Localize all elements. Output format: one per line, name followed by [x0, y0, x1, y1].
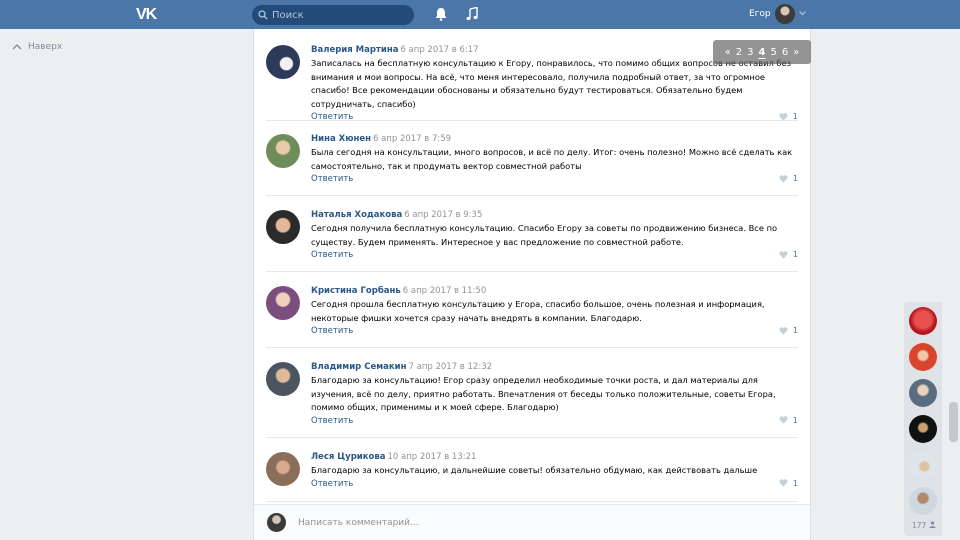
reply-link[interactable]: Ответить [311, 416, 353, 426]
reply-link[interactable]: Ответить [311, 326, 353, 336]
scrollbar-thumb[interactable] [949, 402, 958, 442]
page-prev[interactable]: « [725, 47, 731, 58]
comment-composer [254, 504, 810, 540]
chat-contact-avatar[interactable] [909, 451, 937, 479]
pagination: « 2 3 4 5 6 » [713, 40, 811, 64]
comment-author[interactable]: Наталья Ходакова [311, 210, 402, 220]
comment-item: Наталья Ходакова 6 апр 2017 в 9:35 Сегодн… [266, 208, 798, 272]
comment-date[interactable]: 6 апр 2017 в 9:35 [404, 210, 482, 220]
chat-contact-avatar[interactable] [909, 415, 937, 443]
heart-icon [779, 112, 788, 120]
back-to-top-label: Наверх [28, 42, 63, 52]
comment-item: Леся Цурикова 10 апр 2017 в 13:21 Благода… [266, 450, 798, 502]
search-box[interactable] [252, 5, 414, 25]
composer-avatar [267, 513, 286, 532]
page-link[interactable]: 6 [782, 47, 788, 58]
comment-avatar[interactable] [266, 362, 300, 396]
online-count: 177 [912, 521, 927, 530]
comment-avatar[interactable] [266, 45, 300, 79]
search-icon [258, 10, 268, 20]
comment-text: Сегодня прошла бесплатную консультацию у… [311, 299, 765, 323]
heart-icon [779, 326, 788, 334]
like-button[interactable]: 1 [779, 250, 798, 259]
comment-text: Была сегодня на консультации, много вопр… [311, 147, 793, 171]
music-icon[interactable] [466, 7, 478, 21]
like-count: 1 [792, 326, 798, 335]
back-to-top-link[interactable]: Наверх [12, 42, 62, 52]
heart-icon [779, 479, 788, 487]
comment-author[interactable]: Валерия Мартина [311, 45, 398, 55]
person-icon [929, 521, 936, 528]
chat-contact-avatar[interactable] [909, 379, 937, 407]
bell-icon[interactable] [435, 7, 447, 21]
chevron-up-icon [12, 44, 22, 50]
comment-avatar[interactable] [266, 134, 300, 168]
chat-contact-avatar[interactable] [909, 343, 937, 371]
heart-icon [779, 174, 788, 182]
page-current: 4 [758, 46, 766, 58]
like-button[interactable]: 1 [779, 112, 798, 121]
vk-logo[interactable]: VK [136, 6, 157, 24]
comment-author[interactable]: Нина Хюнен [311, 134, 371, 144]
comment-author[interactable]: Леся Цурикова [311, 452, 385, 462]
heart-icon [779, 250, 788, 258]
like-button[interactable]: 1 [779, 416, 798, 425]
reply-link[interactable]: Ответить [311, 112, 353, 122]
chevron-down-icon[interactable] [799, 11, 806, 16]
like-count: 1 [792, 112, 798, 121]
comment-item: Владимир Семакин 7 апр 2017 в 12:32 Благо… [266, 360, 798, 438]
comment-date[interactable]: 6 апр 2017 в 7:59 [373, 134, 451, 144]
comment-text: Благодарю за консультацию, и дальнейшие … [311, 465, 758, 475]
comment-avatar[interactable] [266, 210, 300, 244]
like-count: 1 [792, 174, 798, 183]
heart-icon [779, 416, 788, 424]
chat-sidebar: 177 [904, 302, 942, 536]
like-count: 1 [792, 415, 798, 425]
user-name[interactable]: Егор [749, 9, 771, 19]
comment-text: Благодарю за консультацию! Егор сразу оп… [311, 375, 776, 412]
page-next[interactable]: » [793, 47, 799, 58]
top-bar: VK Егор [0, 0, 960, 29]
reply-link[interactable]: Ответить [311, 250, 353, 260]
search-input[interactable] [272, 8, 408, 22]
like-button[interactable]: 1 [779, 326, 798, 335]
chat-contact-avatar[interactable] [909, 487, 937, 515]
comment-avatar[interactable] [266, 452, 300, 486]
comment-item: Кристина Горбань 6 апр 2017 в 11:50 Сегод… [266, 284, 798, 348]
like-button[interactable]: 1 [779, 479, 798, 488]
online-count-badge[interactable]: 177 [912, 521, 936, 530]
page-scrollbar[interactable] [948, 29, 960, 540]
comments-feed: Валерия Мартина 6 апр 2017 в 6:17 Записал… [253, 29, 811, 540]
page-link[interactable]: 2 [736, 47, 742, 58]
like-count: 1 [792, 478, 798, 488]
user-avatar[interactable] [775, 4, 795, 24]
comment-avatar[interactable] [266, 286, 300, 320]
comment-item: Нина Хюнен 6 апр 2017 в 7:59 Была сегодня… [266, 132, 798, 196]
reply-link[interactable]: Ответить [311, 174, 353, 184]
comment-date[interactable]: 6 апр 2017 в 6:17 [400, 45, 478, 55]
chat-contact-avatar[interactable] [909, 307, 937, 335]
comment-author[interactable]: Кристина Горбань [311, 286, 401, 296]
reply-link[interactable]: Ответить [311, 479, 353, 489]
comment-author[interactable]: Владимир Семакин [311, 362, 407, 372]
comment-input[interactable] [298, 514, 778, 531]
comment-date[interactable]: 7 апр 2017 в 12:32 [409, 362, 493, 372]
like-button[interactable]: 1 [779, 174, 798, 183]
comment-date[interactable]: 10 апр 2017 в 13:21 [387, 452, 476, 462]
page-link[interactable]: 3 [747, 47, 753, 58]
comment-date[interactable]: 6 апр 2017 в 11:50 [403, 286, 487, 296]
page-link[interactable]: 5 [770, 47, 776, 58]
comment-text: Записалась на бесплатную консультацию к … [311, 58, 792, 109]
like-count: 1 [792, 250, 798, 259]
comment-text: Сегодня получила бесплатную консультацию… [311, 223, 778, 247]
